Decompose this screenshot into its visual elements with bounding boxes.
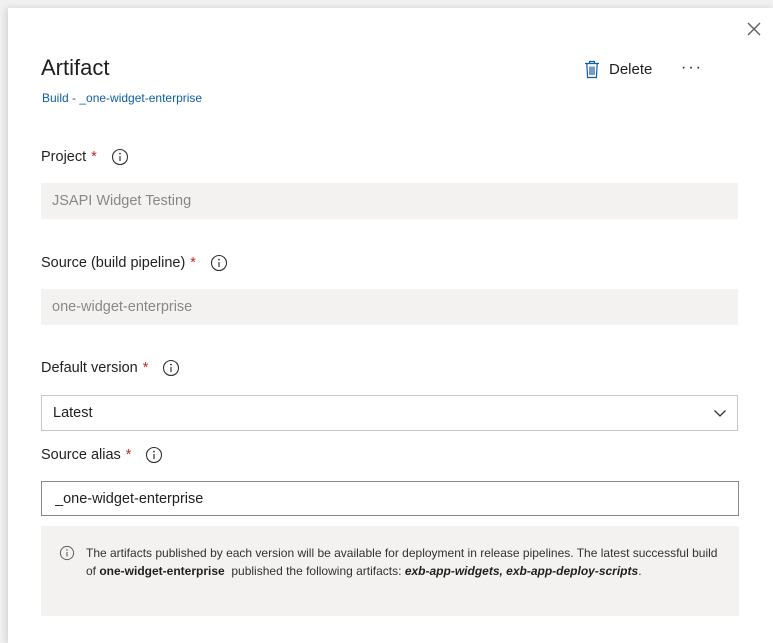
close-icon[interactable]: [745, 20, 763, 38]
project-label-row: Project *: [41, 148, 129, 166]
required-mark: *: [125, 447, 132, 463]
default-version-label-row: Default version *: [41, 359, 180, 377]
required-mark: *: [190, 255, 196, 271]
artifact-panel: Artifact Build - _one-widget-enterprise …: [8, 8, 773, 643]
info-icon[interactable]: [210, 254, 228, 272]
info-icon[interactable]: [111, 148, 129, 166]
chevron-down-icon: [714, 410, 726, 417]
artifacts-info-message: The artifacts published by each version …: [41, 526, 739, 616]
default-version-label: Default version: [41, 360, 138, 376]
info-text-3: .: [638, 564, 642, 578]
trash-icon: [585, 60, 599, 78]
default-version-value: Latest: [53, 405, 93, 421]
info-icon: [59, 545, 75, 561]
delete-label: Delete: [609, 60, 653, 78]
panel-title: Artifact: [41, 55, 110, 80]
source-label-row: Source (build pipeline) *: [41, 254, 228, 272]
delete-button[interactable]: Delete: [584, 58, 652, 80]
source-alias-input[interactable]: [41, 481, 739, 516]
source-pipeline-field: one-widget-enterprise: [41, 289, 738, 325]
info-icon[interactable]: [145, 446, 163, 464]
default-version-dropdown[interactable]: Latest: [41, 395, 738, 431]
required-mark: *: [91, 149, 97, 165]
build-source-link[interactable]: Build - _one-widget-enterprise: [42, 91, 202, 105]
artifact-names: exb-app-widgets, exb-app-deploy-scripts: [404, 564, 639, 578]
required-mark: *: [142, 360, 149, 376]
project-label: Project: [41, 149, 87, 165]
more-actions-button[interactable]: ···: [679, 58, 705, 78]
source-label: Source (build pipeline): [41, 255, 186, 271]
info-icon[interactable]: [162, 359, 180, 377]
pipeline-name: one-widget-enterprise: [99, 564, 225, 578]
info-text-2: published the following artifacts:: [224, 564, 405, 578]
source-alias-label: Source alias: [41, 447, 121, 463]
project-field: JSAPI Widget Testing: [41, 183, 738, 219]
source-alias-label-row: Source alias *: [41, 446, 163, 464]
